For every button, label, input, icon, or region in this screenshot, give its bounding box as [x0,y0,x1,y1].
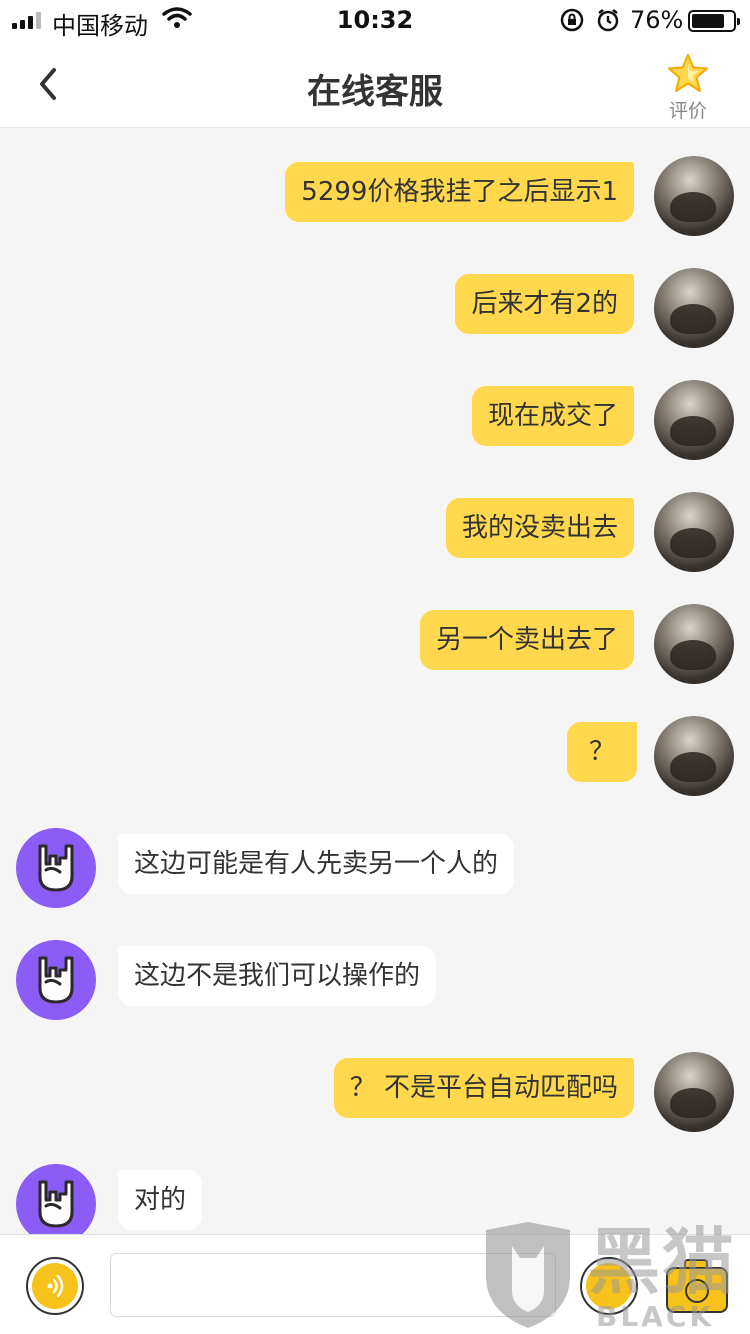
battery-percent: 76% [630,6,684,34]
emoji-button[interactable] [580,1257,638,1315]
user-avatar[interactable] [654,268,734,348]
service-avatar[interactable] [16,940,96,1020]
alarm-icon [597,9,619,32]
user-avatar[interactable] [654,492,734,572]
outgoing-message-bubble[interactable]: 我的没卖出去 [445,498,634,558]
nav-bar: 在线客服 评价 [0,40,750,128]
message-input[interactable] [110,1253,556,1317]
chat-area[interactable]: 5299价格我挂了之后显示1 后来才有2的 现在成交了 我的没卖出去 另一个卖出… [0,129,750,1234]
rotation-lock-icon [560,8,584,32]
rock-hand-icon [38,956,74,1004]
rock-hand-icon [38,1180,74,1228]
user-avatar[interactable] [654,716,734,796]
outgoing-message-bubble[interactable]: ？ [567,722,637,782]
service-avatar[interactable] [16,828,96,908]
star-icon [668,54,708,92]
outgoing-message-bubble[interactable]: 另一个卖出去了 [419,610,634,670]
user-avatar[interactable] [654,1052,734,1132]
input-bar [0,1234,750,1334]
voice-icon [47,1274,64,1298]
user-avatar[interactable] [654,604,734,684]
status-bar: 中国移动 10:32 76% [0,0,750,40]
outgoing-message-bubble[interactable]: 5299价格我挂了之后显示1 [285,162,634,222]
user-avatar[interactable] [654,156,734,236]
rock-hand-icon [38,844,74,892]
incoming-message-bubble[interactable]: 这边可能是有人先卖另一个人的 [118,834,515,894]
service-avatar[interactable] [16,1164,96,1234]
page-title: 在线客服 [307,72,443,112]
user-avatar[interactable] [654,380,734,460]
battery-icon [688,10,740,32]
camera-button[interactable] [666,1257,728,1315]
voice-button[interactable] [26,1257,84,1315]
outgoing-message-bubble[interactable]: 后来才有2的 [455,274,634,334]
rate-label: 评价 [668,100,707,122]
incoming-message-bubble[interactable]: 对的 [118,1170,203,1230]
camera-icon [685,1279,709,1303]
outgoing-message-bubble[interactable]: 现在成交了 [471,386,634,446]
incoming-message-bubble[interactable]: 这边不是我们可以操作的 [118,946,437,1006]
rate-button[interactable]: 评价 [658,52,718,124]
outgoing-message-bubble[interactable]: ？ 不是平台自动匹配吗 [333,1058,634,1118]
